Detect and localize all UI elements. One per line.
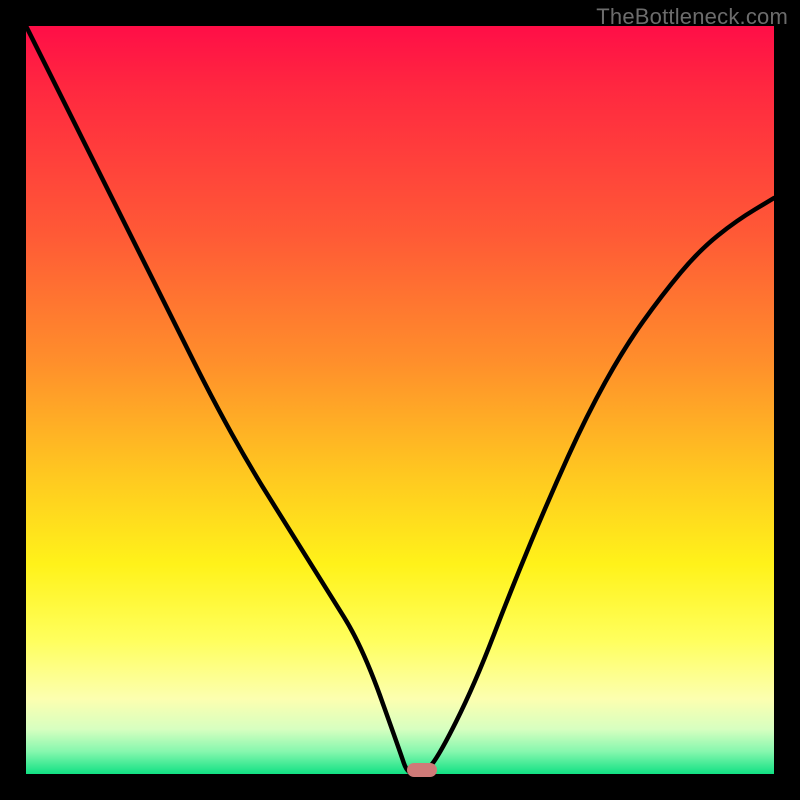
bottleneck-curve [26,26,774,774]
curve-path [26,26,774,774]
optimum-marker [407,763,437,777]
chart-frame: TheBottleneck.com [0,0,800,800]
plot-area [26,26,774,774]
